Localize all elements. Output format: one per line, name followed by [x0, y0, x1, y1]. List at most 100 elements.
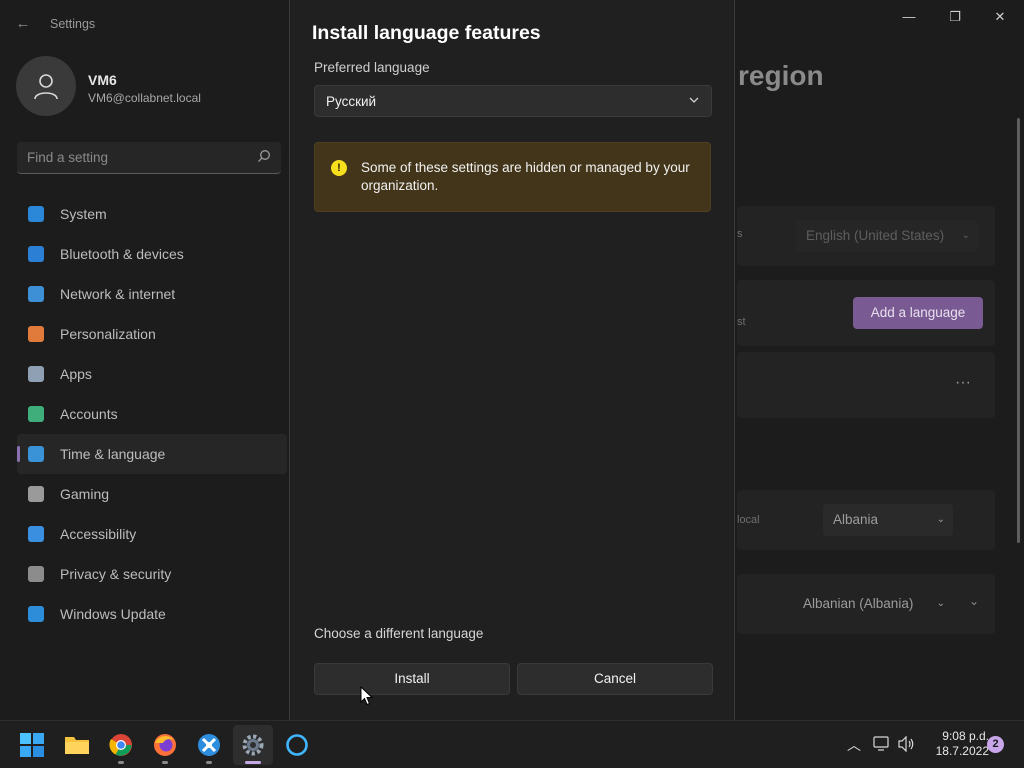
person-icon [28, 406, 44, 422]
sidebar-item-label: System [60, 206, 107, 222]
choose-different-language-link[interactable]: Choose a different language [314, 626, 483, 641]
chevron-down-icon: ⌄ [936, 598, 945, 609]
scrollbar[interactable] [1017, 118, 1020, 543]
sidebar-item-accessibility[interactable]: Accessibility [17, 514, 287, 554]
sidebar-item-apps[interactable]: Apps [17, 354, 287, 394]
regional-format-select[interactable]: Albanian (Albania) ⌄ [793, 588, 953, 620]
taskbar: ︿ 9:08 p.d. 18.7.2022 [0, 720, 1024, 768]
star-x-icon [198, 734, 220, 756]
sidebar-item-accounts[interactable]: Accounts [17, 394, 287, 434]
chevron-down-icon [689, 97, 699, 103]
notification-badge[interactable]: 2 [987, 736, 1004, 753]
person-icon [34, 74, 58, 100]
sidebar-item-system[interactable]: System [17, 194, 287, 234]
display-language-select[interactable]: English (United States) ⌄ [796, 220, 978, 252]
taskbar-firefox[interactable] [145, 725, 185, 765]
expand-chevron-icon[interactable]: ⌄ [969, 594, 979, 608]
sidebar-item-label: Gaming [60, 486, 110, 502]
taskbar-chrome[interactable] [101, 725, 141, 765]
managed-settings-infobar: ! Some of these settings are hidden or m… [314, 142, 711, 212]
update-icon [28, 606, 44, 622]
accessibility-icon [28, 526, 44, 542]
sidebar-item-time-language[interactable]: Time & language [17, 434, 287, 474]
gamepad-icon [28, 486, 44, 502]
taskbar-app[interactable] [189, 725, 229, 765]
brush-icon [28, 326, 44, 342]
gear-icon [242, 734, 264, 756]
running-indicator [118, 761, 124, 764]
sidebar-item-label: Privacy & security [60, 566, 172, 582]
country-value: Albania [833, 512, 879, 527]
profile-email: VM6@collabnet.local [88, 91, 201, 105]
display-language-card: s English (United States) ⌄ [737, 206, 995, 266]
clock-time: 9:08 p.d. [942, 729, 989, 743]
card-text-fragment: local [737, 514, 760, 526]
sidebar-item-personalization[interactable]: Personalization [17, 314, 287, 354]
preferred-language-label: Preferred language [314, 60, 430, 75]
running-indicator [206, 761, 212, 764]
firefox-icon [154, 734, 176, 756]
sidebar-item-bluetooth-devices[interactable]: Bluetooth & devices [17, 234, 287, 274]
display-language-value: English (United States) [806, 228, 945, 243]
install-button[interactable]: Install [314, 663, 510, 695]
page-title: region [738, 60, 824, 91]
regional-format-value: Albanian (Albania) [803, 596, 914, 611]
chevron-down-icon: ⌄ [961, 230, 970, 241]
close-button[interactable]: ✕ [978, 6, 1022, 28]
more-options-icon[interactable]: ··· [955, 374, 971, 392]
windows-logo-icon [20, 733, 44, 757]
country-region-card: local Albania ⌄ [737, 490, 995, 550]
user-profile[interactable]: VM6 VM6@collabnet.local [16, 56, 286, 120]
show-hidden-icons-chevron-icon[interactable]: ︿ [847, 735, 861, 755]
back-arrow-icon[interactable]: ← [14, 14, 32, 34]
sidebar-item-label: Apps [60, 366, 92, 382]
preferred-language-select[interactable]: Русский [314, 85, 712, 117]
window-title: Settings [50, 17, 96, 31]
search-input[interactable]: Find a setting [17, 142, 281, 174]
running-indicator [245, 761, 261, 764]
search-placeholder: Find a setting [27, 150, 109, 165]
wifi-icon [28, 286, 44, 302]
cancel-button[interactable]: Cancel [517, 663, 713, 695]
start-button[interactable] [12, 725, 52, 765]
add-language-button[interactable]: Add a language [853, 297, 983, 329]
folder-icon [65, 737, 89, 754]
sidebar-item-windows-update[interactable]: Windows Update [17, 594, 287, 634]
restore-button[interactable]: ❐ [933, 6, 977, 28]
bluetooth-icon [28, 246, 44, 262]
selected-language: Русский [326, 94, 377, 109]
card-text-fragment: s [737, 228, 743, 240]
warning-icon: ! [331, 160, 347, 176]
taskbar-settings[interactable] [233, 725, 273, 765]
country-select[interactable]: Albania ⌄ [823, 504, 953, 536]
sidebar-item-label: Accessibility [60, 526, 137, 542]
profile-name: VM6 [88, 72, 117, 88]
search-icon [258, 150, 270, 162]
globe-clock-icon [28, 446, 44, 462]
chrome-icon [109, 734, 132, 756]
running-indicator [162, 761, 168, 764]
minimize-button[interactable]: — [887, 6, 931, 28]
taskbar-cortana[interactable] [277, 725, 317, 765]
chevron-down-icon: ⌄ [936, 514, 945, 525]
network-icon[interactable] [873, 736, 891, 752]
card-text-fragment: st [737, 316, 746, 328]
sidebar-item-gaming[interactable]: Gaming [17, 474, 287, 514]
sidebar-item-privacy-security[interactable]: Privacy & security [17, 554, 287, 594]
mouse-cursor-icon [360, 686, 374, 706]
sidebar-nav: System Bluetooth & devices Network & inter… [17, 194, 287, 634]
sidebar-item-label: Accounts [60, 406, 118, 422]
system-clock[interactable]: 9:08 p.d. 18.7.2022 [925, 729, 989, 759]
regional-format-card: Albanian (Albania) ⌄ ⌄ [737, 574, 995, 634]
apps-icon [28, 366, 44, 382]
install-language-dialog: Install language features Preferred lang… [289, 0, 735, 720]
volume-icon[interactable] [898, 736, 916, 752]
avatar [16, 56, 76, 116]
circle-icon [286, 734, 308, 756]
sidebar-item-label: Time & language [60, 446, 166, 462]
taskbar-file-explorer[interactable] [57, 725, 97, 765]
sidebar-item-label: Personalization [60, 326, 156, 342]
sidebar-item-label: Windows Update [60, 606, 166, 622]
sidebar-item-network-internet[interactable]: Network & internet [17, 274, 287, 314]
system-icon [28, 206, 44, 222]
